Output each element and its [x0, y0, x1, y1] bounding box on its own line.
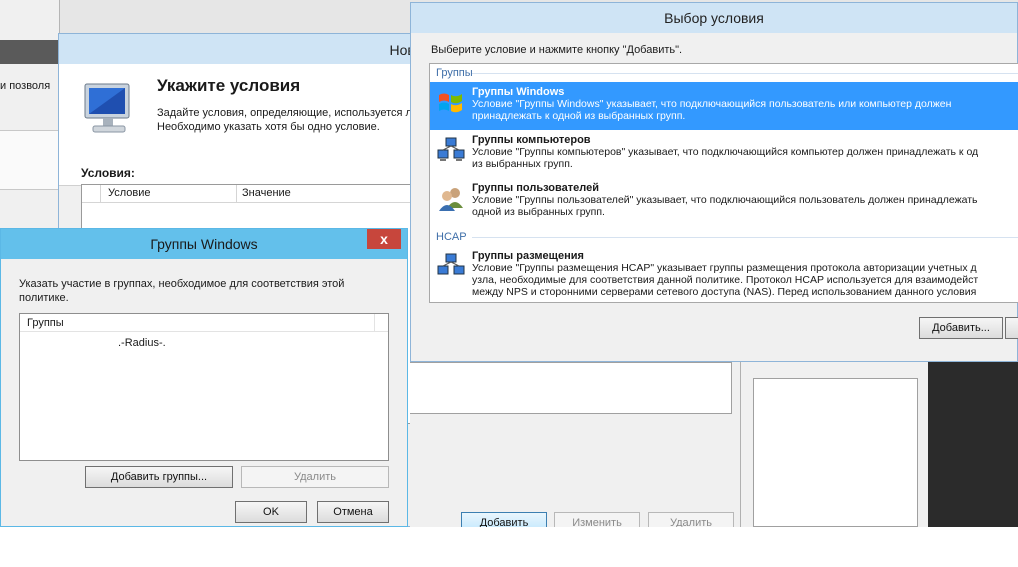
section-header-hcap: HCAP: [430, 228, 1018, 246]
add-groups-button[interactable]: Добавить группы...: [85, 466, 233, 488]
close-icon: x: [380, 231, 388, 247]
background-right-panel: [740, 362, 928, 527]
background-window: и позволя Новая поли Укажите условия Зад…: [0, 0, 1018, 527]
condition-description: Условие "Группы размещения HCAP" указыва…: [472, 262, 979, 298]
select-condition-dialog: Выбор условия Выберите условие и нажмите…: [410, 2, 1018, 362]
background-dark-area: [928, 362, 1018, 527]
remove-group-button[interactable]: Удалить: [241, 466, 389, 488]
condition-description-box: [410, 362, 732, 414]
page-description: Задайте условия, определяющие, используе…: [157, 107, 418, 133]
policy-add-button[interactable]: Добавить: [461, 512, 547, 527]
computer-monitor-icon: [84, 83, 130, 133]
ok-button[interactable]: OK: [235, 501, 307, 523]
condition-description: Условие "Группы компьютеров" указывает, …: [472, 146, 979, 170]
condition-name: Группы компьютеров: [472, 134, 591, 146]
add-condition-button[interactable]: Добавить...: [919, 317, 1003, 339]
section-header-groups: Группы: [430, 64, 1018, 82]
condition-name: Группы размещения: [472, 250, 584, 262]
windows-flag-icon: [439, 93, 462, 113]
condition-description: Условие "Группы Windows" указывает, что …: [472, 98, 952, 122]
background-text: и позволя: [0, 80, 51, 92]
condition-user-groups[interactable]: Группы пользователей Условие "Группы пол…: [430, 178, 1018, 226]
cancel-condition-button[interactable]: [1005, 317, 1018, 339]
policy-edit-button[interactable]: Изменить: [554, 512, 640, 527]
condition-dialog-title: Выбор условия: [411, 3, 1017, 33]
background-list: [0, 130, 60, 190]
condition-list[interactable]: Группы Группы Windows Условие "Группы Wi…: [429, 63, 1018, 303]
condition-windows-groups[interactable]: Группы Windows Условие "Группы Windows" …: [430, 82, 1018, 130]
group-name: .-Radius-.: [118, 337, 166, 349]
groups-list[interactable]: Группы .-Radius-.: [19, 313, 389, 461]
list-item[interactable]: .-Radius-.: [20, 332, 388, 349]
policy-lower-area: [410, 362, 740, 527]
condition-placement-groups[interactable]: Группы размещения Условие "Группы размещ…: [430, 246, 1018, 302]
background-toolbar: [0, 40, 60, 64]
users-group-icon: [439, 188, 463, 211]
condition-name: Группы пользователей: [472, 182, 599, 194]
cancel-button[interactable]: Отмена: [317, 501, 389, 523]
column-separator: [236, 185, 237, 203]
groups-dialog-titlebar: Группы Windows x: [1, 229, 407, 259]
computers-group-icon: [437, 137, 465, 161]
groups-list-header[interactable]: Группы: [20, 314, 388, 332]
condition-computer-groups[interactable]: Группы компьютеров Условие "Группы компь…: [430, 130, 1018, 178]
conditions-label: Условия:: [81, 166, 135, 180]
policy-delete-button[interactable]: Удалить: [648, 512, 734, 527]
condition-name: Группы Windows: [472, 86, 565, 98]
column-condition[interactable]: Условие: [108, 187, 151, 199]
close-button[interactable]: x: [367, 229, 401, 249]
windows-groups-dialog: Группы Windows x Указать участие в групп…: [0, 228, 408, 527]
column-separator: [100, 185, 101, 203]
groups-dialog-title: Группы Windows: [150, 236, 258, 252]
network-group-icon: [437, 253, 465, 275]
groups-column-label: Группы: [27, 317, 64, 329]
condition-description: Условие "Группы пользователей" указывает…: [472, 194, 978, 218]
redacted-text: [28, 336, 118, 346]
condition-instruction: Выберите условие и нажмите кнопку "Добав…: [431, 44, 683, 56]
column-separator: [374, 314, 375, 332]
page-title: Укажите условия: [157, 76, 301, 95]
groups-dialog-description: Указать участие в группах, необходимое д…: [19, 278, 345, 304]
background-right-list: [753, 378, 918, 527]
column-value[interactable]: Значение: [242, 187, 291, 199]
